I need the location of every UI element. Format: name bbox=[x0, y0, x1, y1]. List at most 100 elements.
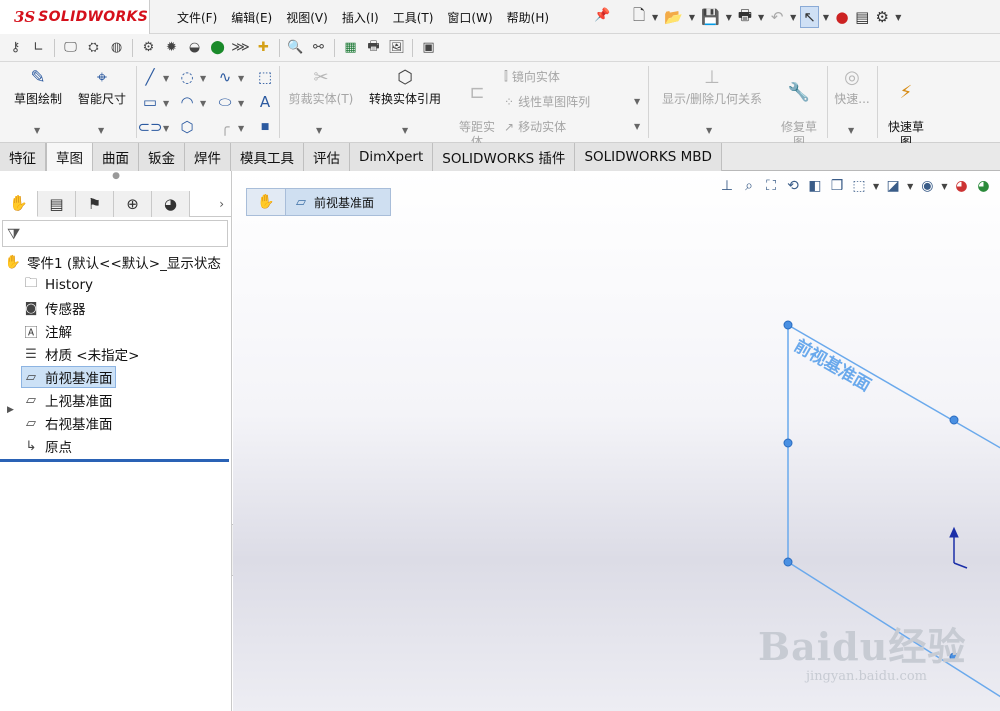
offset-entities-button[interactable]: ⊏ 等距实 体 bbox=[452, 66, 502, 150]
previous-view-icon[interactable]: ⟲ bbox=[783, 176, 803, 196]
property-manager-tab-icon[interactable]: ▤ bbox=[38, 190, 76, 217]
tree-front-plane-node[interactable]: ▱ 前视基准面 bbox=[21, 366, 116, 388]
linear-pattern-button[interactable]: ⁘ 线性草图阵列 bbox=[504, 93, 590, 110]
print-icon[interactable]: 🖶 bbox=[736, 6, 754, 28]
graphics-area[interactable]: 前视基准面 ✋ ▱ 前视基准面 ⊥ ⌕ ⛶ ⟲ ◧ ❒ ⬚ ▼ ◪ ▼ ◉ ▼ … bbox=[233, 171, 1000, 711]
circle-icon[interactable]: ◌ bbox=[178, 68, 196, 86]
polygon-icon[interactable]: ⬡ bbox=[178, 118, 196, 136]
tree-right-plane-node[interactable]: ▱ 右视基准面 bbox=[22, 412, 113, 434]
tree-history-node[interactable]: 🗀 History bbox=[22, 274, 93, 296]
quick-snaps-dropdown-icon[interactable]: ▼ bbox=[848, 126, 854, 135]
hide-show-items-icon[interactable]: ◉ bbox=[917, 176, 937, 196]
rectangle-dropdown-icon[interactable]: ▼ bbox=[163, 99, 169, 108]
line-dropdown-icon[interactable]: ▼ bbox=[163, 74, 169, 83]
edit-appearance-icon[interactable]: ◕ bbox=[951, 176, 971, 196]
print-dropdown-icon[interactable]: ▼ bbox=[756, 13, 766, 22]
pin-icon[interactable]: 📌 bbox=[594, 8, 610, 23]
trim-entities-button[interactable]: ✂ 剪裁实体(T) bbox=[284, 66, 358, 107]
save-dropdown-icon[interactable]: ▼ bbox=[724, 13, 734, 22]
sketch-dropdown-icon[interactable]: ▼ bbox=[34, 126, 40, 135]
arc-icon[interactable]: ◠ bbox=[178, 93, 196, 111]
open-dropdown-icon[interactable]: ▼ bbox=[687, 13, 697, 22]
undo-dropdown-icon[interactable]: ▼ bbox=[788, 13, 798, 22]
tree-top-plane-node[interactable]: ▱ 上视基准面 bbox=[22, 389, 113, 411]
angle-icon[interactable]: ∟ bbox=[29, 38, 48, 57]
panel-grip-icon[interactable]: ● bbox=[0, 171, 232, 185]
rapid-sketch-button[interactable]: ⚡ 快速草 图 bbox=[880, 66, 932, 150]
menu-tools[interactable]: 工具(T) bbox=[386, 9, 441, 26]
circle-dropdown-icon[interactable]: ▼ bbox=[200, 74, 206, 83]
select-dropdown-icon[interactable]: ▼ bbox=[821, 13, 831, 22]
tree-origin-node[interactable]: ↳ 原点 bbox=[22, 435, 72, 457]
zoom-to-area-icon[interactable]: ⛶ bbox=[761, 176, 781, 196]
key-icon[interactable]: ⚷ bbox=[6, 38, 25, 57]
tab-evaluate[interactable]: 评估 bbox=[304, 143, 350, 171]
fillet-dropdown-icon[interactable]: ▼ bbox=[238, 124, 244, 133]
display-relations-button[interactable]: ⊥ 显示/删除几何关系 bbox=[652, 66, 772, 107]
tab-sketch[interactable]: 草图 bbox=[46, 143, 93, 171]
file-properties-icon[interactable]: ▤ bbox=[853, 6, 871, 28]
spreadsheet-icon[interactable]: ▦ bbox=[341, 38, 360, 57]
dynamic-annotation-icon[interactable]: ❒ bbox=[827, 176, 847, 196]
select-arrow-icon[interactable]: ↖ bbox=[800, 6, 819, 28]
menu-edit[interactable]: 编辑(E) bbox=[224, 9, 279, 26]
linear-pattern-dropdown-icon[interactable]: ▼ bbox=[634, 97, 640, 106]
plane-edge-handle[interactable] bbox=[783, 438, 793, 448]
slot-dropdown-icon[interactable]: ▼ bbox=[163, 124, 169, 133]
slot-icon[interactable]: ⊂⊃ bbox=[137, 118, 162, 136]
breadcrumb-item-front-plane[interactable]: ▱ 前视基准面 bbox=[286, 188, 392, 216]
view-orientation-axis-icon[interactable]: ⊥ bbox=[717, 176, 737, 196]
text-icon[interactable]: A bbox=[256, 93, 274, 111]
rebuild-traffic-light-icon[interactable]: ● bbox=[833, 6, 851, 28]
display-style-dropdown-icon[interactable]: ▼ bbox=[905, 182, 915, 191]
printer-small-icon[interactable]: 🖶 bbox=[364, 38, 383, 57]
options-gear-icon[interactable]: ⚙ bbox=[873, 6, 891, 28]
plug-icon[interactable]: ✚ bbox=[254, 38, 273, 57]
tree-material-node[interactable]: ☰ 材质 <未指定> bbox=[22, 343, 139, 365]
breadcrumb-part-icon[interactable]: ✋ bbox=[246, 188, 286, 216]
zoom-to-fit-icon[interactable]: ⌕ bbox=[739, 176, 759, 196]
menu-help[interactable]: 帮助(H) bbox=[500, 9, 556, 26]
report-icon[interactable]: ▣ bbox=[419, 38, 438, 57]
tree-part-node[interactable]: ✋ 零件1 (默认<<默认>_显示状态 bbox=[4, 251, 221, 273]
move-entities-button[interactable]: ↗ 移动实体 bbox=[504, 118, 566, 135]
solidworks-logo[interactable]: 3S SOLIDWORKS bbox=[0, 0, 150, 34]
tab-solidworks-addins[interactable]: SOLIDWORKS 插件 bbox=[433, 143, 576, 171]
move-dropdown-icon[interactable]: ▼ bbox=[634, 122, 640, 131]
rollback-bar[interactable] bbox=[0, 459, 229, 462]
smart-dimension-button[interactable]: ⌖ 智能尺寸 bbox=[72, 66, 132, 107]
section-view-icon[interactable]: ◧ bbox=[805, 176, 825, 196]
chevron-right-icon[interactable]: › bbox=[219, 197, 224, 211]
hide-show-dropdown-icon[interactable]: ▼ bbox=[939, 182, 949, 191]
save-icon[interactable]: 💾 bbox=[699, 6, 722, 28]
menu-file[interactable]: 文件(F) bbox=[170, 9, 224, 26]
repair-sketch-button[interactable]: 🔧 修复草 图 bbox=[774, 66, 824, 150]
tab-dimxpert[interactable]: DimXpert bbox=[350, 143, 434, 171]
plane-corner-handle[interactable] bbox=[783, 557, 793, 567]
location-pin-icon[interactable]: ⬤ bbox=[208, 38, 227, 57]
tab-solidworks-mbd[interactable]: SOLIDWORKS MBD bbox=[575, 143, 722, 171]
spring-icon[interactable]: ⋙ bbox=[231, 38, 250, 57]
tree-filter-input[interactable]: ⧩ bbox=[2, 220, 228, 247]
new-dropdown-icon[interactable]: ▼ bbox=[650, 13, 660, 22]
plane-corner-handle[interactable] bbox=[783, 320, 793, 330]
convert-entities-button[interactable]: ⬡ 转换实体引用 bbox=[360, 66, 450, 107]
sketch-button[interactable]: ✎ 草图绘制 bbox=[6, 66, 70, 107]
dimxpert-manager-tab-icon[interactable]: ⊕ bbox=[114, 190, 152, 217]
assembly-icon[interactable]: ⛭ bbox=[84, 38, 103, 57]
view-orientation-dropdown-icon[interactable]: ▼ bbox=[871, 182, 881, 191]
construction-geometry-icon[interactable]: ⬚ bbox=[256, 68, 274, 86]
arc-dropdown-icon[interactable]: ▼ bbox=[200, 99, 206, 108]
relations-dropdown-icon[interactable]: ▼ bbox=[706, 126, 712, 135]
view-orientation-icon[interactable]: ⬚ bbox=[849, 176, 869, 196]
expand-arrow-icon[interactable]: ▶ bbox=[7, 405, 14, 415]
display-style-icon[interactable]: ◪ bbox=[883, 176, 903, 196]
ellipse-icon[interactable]: ⬭ bbox=[216, 93, 234, 111]
rectangle-icon[interactable]: ▭ bbox=[141, 93, 159, 111]
spline-dropdown-icon[interactable]: ▼ bbox=[238, 74, 244, 83]
globe-icon[interactable]: ◍ bbox=[107, 38, 126, 57]
open-document-icon[interactable]: 📂 bbox=[662, 6, 685, 28]
tab-sheet-metal[interactable]: 钣金 bbox=[139, 143, 185, 171]
configuration-manager-tab-icon[interactable]: ⚑ bbox=[76, 190, 114, 217]
plane-edge-handle[interactable] bbox=[949, 415, 959, 425]
